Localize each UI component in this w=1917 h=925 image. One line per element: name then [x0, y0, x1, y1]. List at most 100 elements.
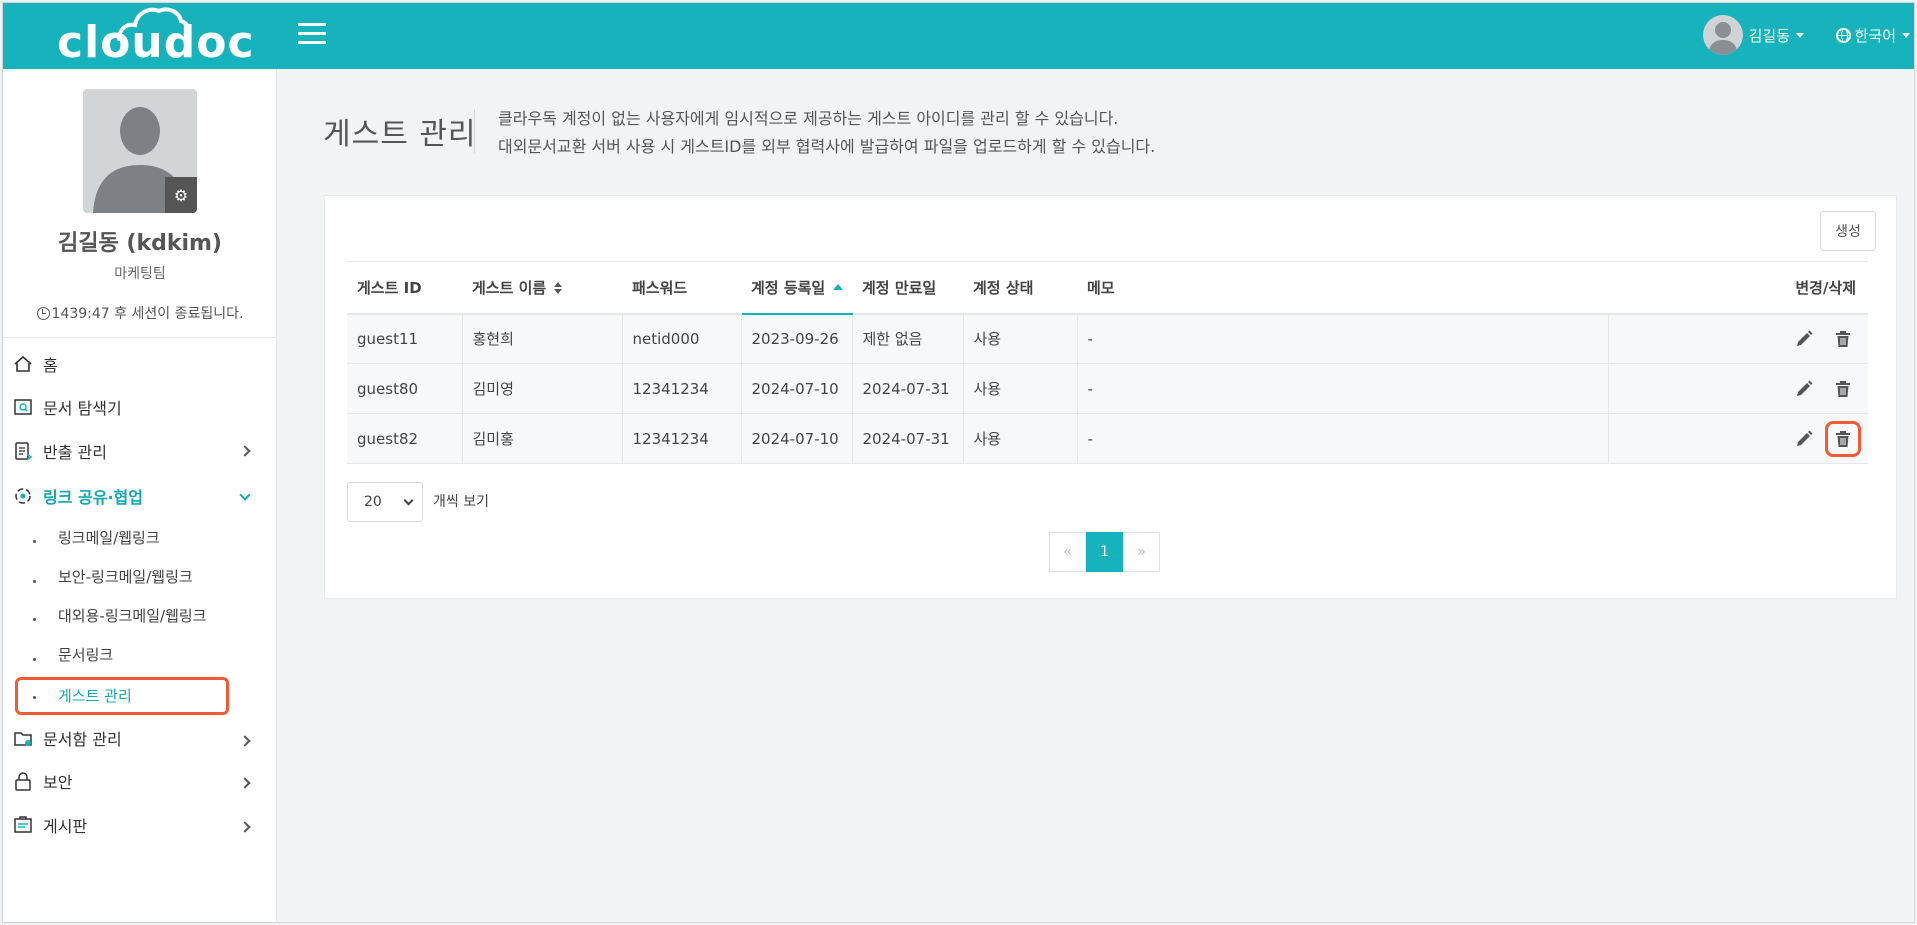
- column-header-label: 게스트 ID: [357, 278, 422, 297]
- delete-button[interactable]: [1828, 374, 1858, 404]
- sidebar-item-link-share[interactable]: 링크 공유·협업: [3, 475, 277, 517]
- sidebar-subitem-label: 보안-링크메일/웹링크: [58, 567, 193, 586]
- sidebar-subitem-secure-linkmail[interactable]: 보안-링크메일/웹링크: [3, 557, 277, 595]
- cell-memo: -: [1077, 363, 1609, 414]
- menu-bar-line: [298, 23, 326, 26]
- cell-memo: -: [1077, 313, 1609, 364]
- cloudoc-logo[interactable]: cloudoc: [53, 3, 254, 69]
- sidebar-item-home[interactable]: 홈: [3, 341, 277, 387]
- sidebar-subitem-external-linkmail[interactable]: 대외용-링크메일/웹링크: [3, 595, 277, 635]
- menu-bar-line: [298, 32, 326, 35]
- sidebar-subitem-linkmail[interactable]: 링크메일/웹링크: [3, 517, 277, 557]
- description-line: 대외문서교환 서버 사용 시 게스트ID를 외부 협력사에 발급하여 파일을 업…: [498, 137, 1156, 156]
- page-title: 게스트 관리: [323, 117, 477, 152]
- column-header-actions: 변경/삭제: [1608, 261, 1868, 315]
- gear-icon: ⚙: [173, 185, 189, 205]
- top-user-name: 김길동: [1748, 26, 1790, 45]
- sidebar-subitem-document-link[interactable]: 문서링크: [3, 635, 277, 673]
- edit-button[interactable]: [1789, 424, 1819, 454]
- column-header-registered-date[interactable]: 계정 등록일: [741, 261, 852, 315]
- chevron-right-icon: [239, 735, 251, 747]
- cell-status: 사용: [963, 313, 1078, 364]
- column-header-label: 변경/삭제: [1795, 278, 1856, 297]
- table-header-row: 게스트 ID 게스트 이름 패스워드 계정 등록일 계정 만료일 계정 상태 메…: [347, 261, 1868, 315]
- profile-department: 마케팅팀: [114, 266, 166, 282]
- page-number-button[interactable]: 1: [1086, 532, 1123, 572]
- board-icon: [14, 816, 32, 833]
- app-window: cloudoc 김길동 한국어 ⚙ 김길동 (kdkim) 마케팅팀 1439:…: [2, 2, 1915, 923]
- sidebar-subitem-guest-management[interactable]: 게스트 관리: [3, 673, 277, 717]
- trash-icon: [1836, 330, 1850, 347]
- delete-button[interactable]: [1825, 420, 1861, 457]
- lock-icon: [15, 772, 31, 791]
- next-page-button[interactable]: »: [1123, 532, 1160, 572]
- language-label: 한국어: [1854, 26, 1896, 45]
- delete-button[interactable]: [1828, 324, 1858, 354]
- create-guest-button[interactable]: 생성: [1820, 211, 1876, 251]
- cell-registered-date: 2024-07-10: [741, 363, 853, 414]
- profile-photo: ⚙: [83, 89, 197, 213]
- folder-settings-icon: [14, 732, 32, 746]
- column-header-label: 계정 만료일: [862, 278, 937, 297]
- table-row: guest80 김미영 12341234 2024-07-10 2024-07-…: [347, 363, 1868, 414]
- sidebar-item-label: 링크 공유·협업: [43, 488, 143, 507]
- column-header-memo: 메모: [1077, 261, 1608, 315]
- chevron-right-icon: [239, 445, 251, 457]
- column-header-password: 패스워드: [622, 261, 741, 315]
- sidebar-subitem-label: 링크메일/웹링크: [58, 528, 160, 547]
- sidebar-item-label: 문서 탐색기: [43, 399, 122, 418]
- table-row: guest82 김미홍 12341234 2024-07-10 2024-07-…: [347, 413, 1868, 464]
- guest-list-panel: 생성 게스트 ID 게스트 이름 패스워드 계정 등록일 계정 만료일 계정 상…: [324, 195, 1897, 599]
- cell-password: netid000: [622, 313, 742, 364]
- chevron-down-icon: [1902, 32, 1910, 38]
- sidebar-item-export-management[interactable]: 반출 관리: [3, 427, 277, 475]
- avatar-silhouette-icon: [1707, 22, 1738, 55]
- menu-toggle-button[interactable]: [298, 23, 326, 47]
- edit-button[interactable]: [1789, 374, 1819, 404]
- cell-status: 사용: [963, 363, 1078, 414]
- sidebar-item-label: 반출 관리: [43, 443, 107, 462]
- menu-bar-line: [298, 41, 326, 44]
- sidebar-item-security[interactable]: 보안: [3, 759, 277, 803]
- page-size-select[interactable]: 20: [347, 482, 423, 522]
- language-selector[interactable]: 한국어: [1835, 13, 1910, 57]
- cell-guest-name: 김미홍: [462, 413, 623, 464]
- pencil-icon: [1797, 330, 1813, 346]
- prev-page-button[interactable]: «: [1049, 532, 1086, 572]
- main-content: 게스트 관리 클라우독 계정이 없는 사용자에게 임시적으로 제공하는 게스트 …: [278, 69, 1914, 922]
- profile-name: 김길동 (kdkim): [58, 231, 222, 256]
- cell-password: 12341234: [622, 363, 742, 414]
- cell-guest-id: guest82: [347, 413, 463, 464]
- cell-password: 12341234: [622, 413, 742, 464]
- table-row: guest11 홍현희 netid000 2023-09-26 제한 없음 사용…: [347, 313, 1868, 364]
- chevron-right-icon: [239, 821, 251, 833]
- cell-expiry-date: 2024-07-31: [852, 363, 964, 414]
- sidebar-item-folder-management[interactable]: 문서함 관리: [3, 717, 277, 759]
- user-avatar: [1702, 15, 1743, 55]
- edit-button[interactable]: [1789, 324, 1819, 354]
- column-header-guest-name[interactable]: 게스트 이름: [462, 261, 622, 315]
- cell-memo: -: [1077, 413, 1609, 464]
- sidebar-subitem-label: 문서링크: [58, 645, 114, 664]
- sort-icon: [554, 282, 563, 295]
- cell-guest-name: 홍현희: [462, 313, 623, 364]
- sidebar-item-document-explorer[interactable]: 문서 탐색기: [3, 387, 277, 427]
- guest-table: 게스트 ID 게스트 이름 패스워드 계정 등록일 계정 만료일 계정 상태 메…: [347, 261, 1868, 464]
- session-timer: 1439:47 후 세션이 종료됩니다.: [3, 303, 277, 323]
- document-search-icon: [14, 399, 32, 415]
- cell-registered-date: 2024-07-10: [741, 413, 853, 464]
- page-description: 클라우독 계정이 없는 사용자에게 임시적으로 제공하는 게스트 아이디를 관리…: [498, 105, 1155, 161]
- sidebar-item-board[interactable]: 게시판: [3, 803, 277, 847]
- user-menu[interactable]: 김길동: [1702, 13, 1804, 57]
- chevron-down-icon: [1796, 32, 1804, 38]
- column-header-expiry-date: 계정 만료일: [852, 261, 963, 315]
- sidebar-nav: 홈 문서 탐색기 반출 관리 링크 공유·협업 링크메일/웹링크 보안-링크메일…: [3, 341, 277, 847]
- photo-settings-button[interactable]: ⚙: [165, 177, 197, 213]
- home-icon: [14, 355, 32, 372]
- sidebar-item-label: 홈: [43, 356, 58, 375]
- description-line: 클라우독 계정이 없는 사용자에게 임시적으로 제공하는 게스트 아이디를 관리…: [498, 109, 1119, 128]
- pencil-icon: [1797, 380, 1813, 396]
- pagination: « 1 »: [1049, 532, 1160, 572]
- highlight-annotation: [15, 677, 229, 715]
- sidebar-item-label: 문서함 관리: [43, 730, 122, 749]
